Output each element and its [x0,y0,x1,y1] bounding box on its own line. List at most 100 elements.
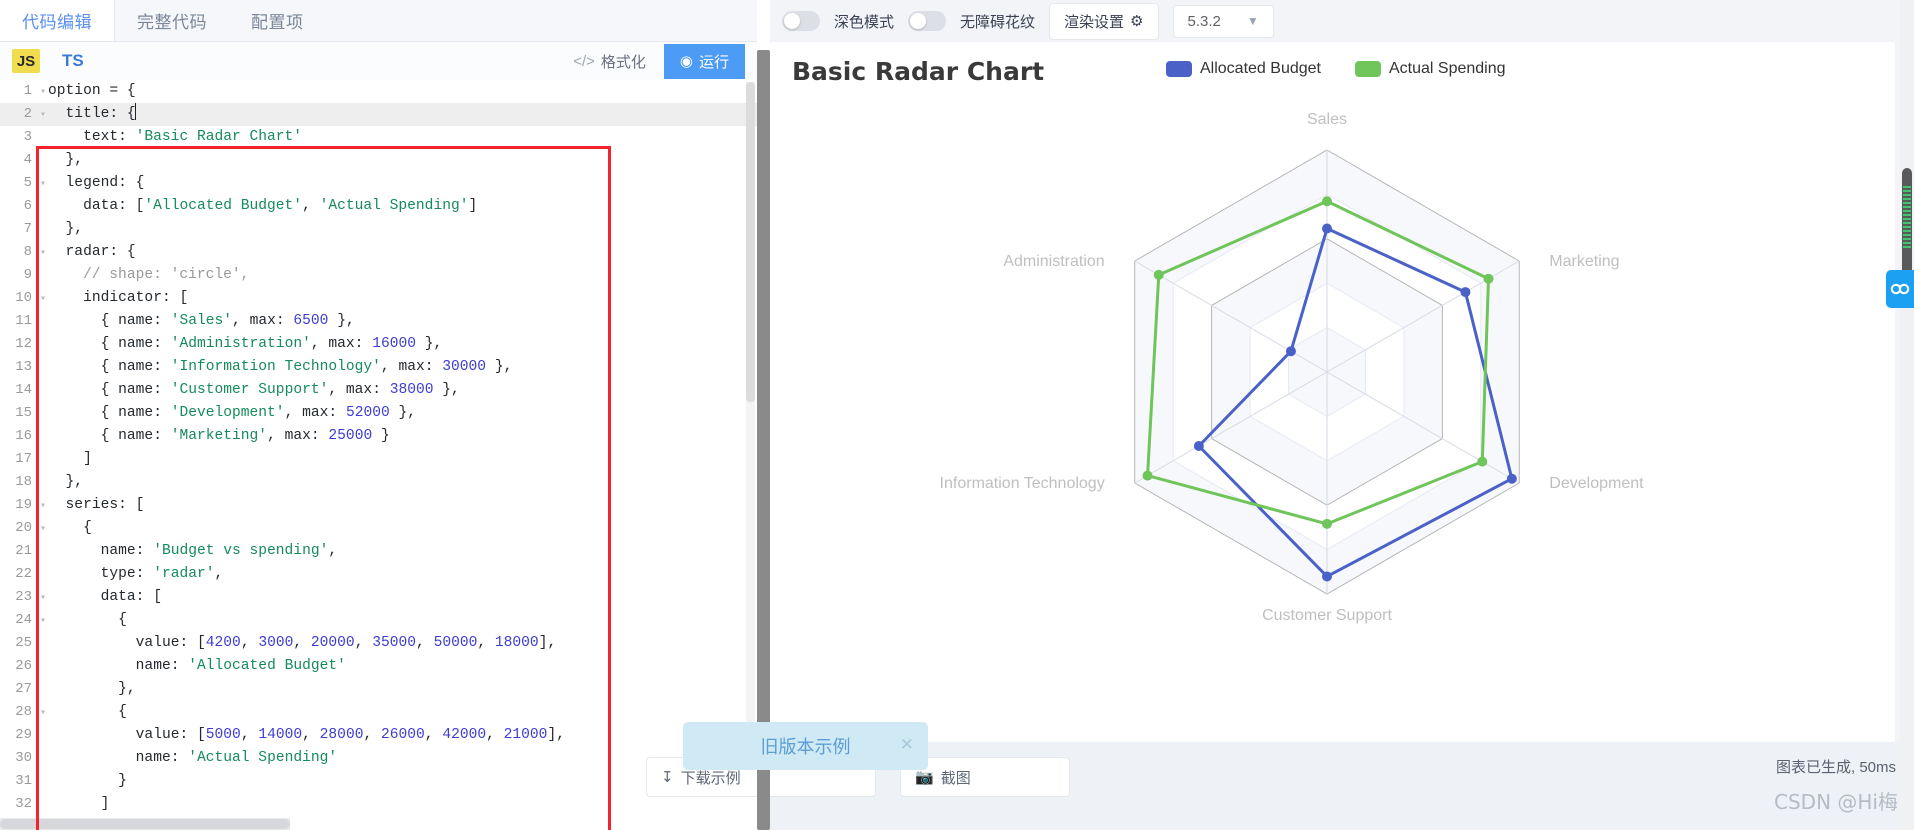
radar-data-point[interactable] [1322,518,1332,529]
fold-toggle-icon[interactable]: ▾ [38,288,48,311]
line-number: 1 [23,83,32,99]
code-line[interactable]: 22 type: 'radar', [0,563,757,586]
echarts-playground-window: 代码编辑 完整代码 配置项 JS TS </> 格式化 ◉ 运行 1 ▾ optio… [0,0,1914,830]
code-line[interactable]: 3 text: 'Basic Radar Chart' [0,126,757,149]
line-number: 24 [15,612,32,628]
code-line[interactable]: 7 }, [0,218,757,241]
line-number: 8 [23,244,32,260]
code-line[interactable]: 25 value: [4200, 3000, 20000, 35000, 500… [0,632,757,655]
fold-toggle-icon[interactable]: ▾ [38,495,48,518]
radar-data-point[interactable] [1322,196,1332,207]
radar-data-point[interactable] [1285,346,1296,357]
fold-toggle-icon[interactable]: ▾ [38,104,48,127]
radar-data-point[interactable] [1477,456,1488,467]
code-line[interactable]: 9 // shape: 'circle', [0,264,757,287]
radar-data-point[interactable] [1322,223,1332,234]
radar-data-point[interactable] [1322,571,1332,582]
format-button-label: 格式化 [600,53,646,71]
code-line[interactable]: 5 ▾ legend: { [0,172,757,195]
radar-axis-label: Development [1549,475,1644,492]
code-editor-pane: 代码编辑 完整代码 配置项 JS TS </> 格式化 ◉ 运行 1 ▾ optio… [0,0,757,830]
line-number: 10 [15,290,32,306]
code-brackets-icon: </> [573,52,595,70]
render-settings-button[interactable]: 渲染设置 ⚙ [1049,2,1159,40]
fold-toggle-icon[interactable]: ▾ [38,518,48,541]
gear-icon: ⚙ [1130,13,1144,30]
radar-data-point[interactable] [1142,470,1153,481]
code-editor-content[interactable]: 1 ▾ option = {2 ▾ title: {3 text: 'Basic Ra… [0,80,757,830]
lang-js-button[interactable]: JS [12,49,40,73]
code-line[interactable]: 2 ▾ title: { [0,103,757,126]
code-line[interactable]: 1 ▾ option = { [0,80,757,103]
camera-icon: 📷 [915,769,934,786]
fold-toggle-icon[interactable]: ▾ [38,702,48,725]
toast-notification[interactable]: 旧版本示例 ✕ [683,722,928,770]
code-text: { name: 'Administration', max: 16000 }, [100,336,443,352]
code-editor-scroll-container[interactable]: 1 ▾ option = {2 ▾ title: {3 text: 'Basic Ra… [0,80,757,830]
format-button[interactable]: </> 格式化 [565,48,654,75]
dark-mode-toggle[interactable] [782,11,820,31]
code-line[interactable]: 19 ▾ series: [ [0,494,757,517]
version-select[interactable]: 5.3.2 ▼ [1172,4,1274,38]
tab-options[interactable]: 配置项 [229,0,326,41]
radar-data-point[interactable] [1460,287,1471,298]
code-line[interactable]: 17 ] [0,448,757,471]
code-line[interactable]: 24 ▾ { [0,609,757,632]
code-line[interactable]: 32 ] [0,793,757,816]
code-line[interactable]: 8 ▾ radar: { [0,241,757,264]
line-number: 15 [15,405,32,421]
accessible-pattern-toggle[interactable] [908,11,947,31]
chart-canvas-card[interactable]: Basic Radar Chart Allocated Budget Actua… [770,42,1895,742]
fold-toggle-icon[interactable]: ▾ [38,81,48,104]
code-line[interactable]: 11 { name: 'Sales', max: 6500 }, [0,310,757,333]
code-line[interactable]: 14 { name: 'Customer Support', max: 3800… [0,379,757,402]
code-text: option = { [48,83,136,99]
code-line[interactable]: 15 { name: 'Development', max: 52000 }, [0,402,757,425]
code-line[interactable]: 18 }, [0,471,757,494]
code-text: { name: 'Information Technology', max: 3… [100,359,513,375]
pane-splitter[interactable] [757,50,770,830]
editor-vertical-scrollbar-thumb[interactable] [746,82,755,402]
radar-data-point[interactable] [1193,441,1204,451]
fold-toggle-icon[interactable]: ▾ [38,610,48,633]
code-text: name: 'Allocated Budget' [135,658,346,674]
page-scrollbar-track[interactable] [1900,0,1914,830]
code-line[interactable]: 13 { name: 'Information Technology', max… [0,356,757,379]
code-line[interactable]: 23 ▾ data: [ [0,586,757,609]
tab-code-edit[interactable]: 代码编辑 [0,0,115,41]
run-button-label: 运行 [698,53,729,71]
editor-horizontal-scrollbar-thumb[interactable] [0,819,290,829]
code-line[interactable]: 29 value: [5000, 14000, 28000, 26000, 42… [0,724,757,747]
code-text: { [118,704,127,720]
floating-assistant-widget[interactable] [1886,270,1914,308]
code-line[interactable]: 4 }, [0,149,757,172]
radar-data-point[interactable] [1483,273,1494,284]
run-button[interactable]: ◉ 运行 [663,43,745,79]
radar-chart-svg[interactable]: Sales Marketing Development Customer Suppor… [770,42,1895,742]
lang-ts-button[interactable]: TS [62,51,84,71]
code-line[interactable]: 26 name: 'Allocated Budget' [0,655,757,678]
radar-axis-label: Marketing [1549,253,1619,270]
fold-toggle-icon[interactable]: ▾ [38,587,48,610]
fold-toggle-icon[interactable]: ▾ [38,242,48,265]
code-line[interactable]: 28 ▾ { [0,701,757,724]
code-line[interactable]: 21 name: 'Budget vs spending', [0,540,757,563]
code-line[interactable]: 16 { name: 'Marketing', max: 25000 } [0,425,757,448]
code-line[interactable]: 30 name: 'Actual Spending' [0,747,757,770]
code-text: ] [100,796,110,812]
code-line[interactable]: 6 data: ['Allocated Budget', 'Actual Spe… [0,195,757,218]
code-line[interactable]: 20 ▾ { [0,517,757,540]
fold-toggle-icon[interactable]: ▾ [38,173,48,196]
tab-full-code[interactable]: 完整代码 [115,0,229,41]
code-text: indicator: [ [83,290,189,306]
preview-toolbar: 深色模式 无障碍花纹 渲染设置 ⚙ 5.3.2 ▼ [770,0,1914,42]
page-scrollbar-thumb[interactable] [1902,168,1912,283]
editor-horizontal-scrollbar-track[interactable] [0,818,290,830]
code-line[interactable]: 12 { name: 'Administration', max: 16000 … [0,333,757,356]
code-line[interactable]: 31 } [0,770,757,793]
radar-data-point[interactable] [1506,473,1517,484]
close-icon[interactable]: ✕ [900,735,914,755]
code-line[interactable]: 27 }, [0,678,757,701]
code-line[interactable]: 10 ▾ indicator: [ [0,287,757,310]
radar-data-point[interactable] [1153,269,1164,280]
